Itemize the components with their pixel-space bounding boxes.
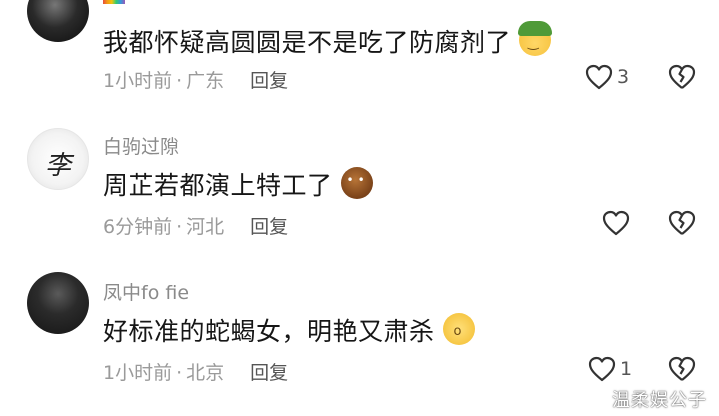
comment-meta: 1小时前 · 广东 回复 — [103, 66, 288, 93]
separator: · — [176, 70, 183, 92]
comment-meta: 1小时前 · 北京 回复 — [103, 358, 288, 385]
like-button[interactable]: 1 — [588, 356, 632, 382]
username[interactable]: 凤中fo fie — [103, 278, 189, 305]
shocked-face-emoji-icon — [442, 313, 475, 345]
comment-location: 广东 — [186, 70, 225, 92]
separator: · — [176, 216, 183, 238]
comment-meta: 6分钟前 · 河北 回复 — [103, 212, 288, 239]
like-button[interactable]: 3 — [585, 64, 629, 90]
username[interactable]: 白驹过隙 — [103, 132, 179, 159]
rainbow-badge-icon — [103, 0, 125, 4]
dislike-button[interactable] — [668, 210, 696, 240]
reply-button[interactable]: 回复 — [250, 216, 288, 238]
dislike-button[interactable] — [668, 64, 696, 94]
brown-face-emoji-icon — [340, 167, 373, 199]
heart-icon — [602, 210, 630, 236]
comment-text: 好标准的蛇蝎女，明艳又肃杀 — [103, 312, 475, 348]
comment-time: 1小时前 — [103, 362, 173, 384]
comment-time: 1小时前 — [103, 70, 173, 92]
separator: · — [176, 362, 183, 384]
reply-button[interactable]: 回复 — [250, 70, 288, 92]
avatar[interactable] — [27, 0, 89, 42]
heart-icon — [588, 356, 616, 382]
broken-heart-icon — [668, 64, 696, 89]
comment-location: 河北 — [186, 216, 225, 238]
broken-heart-icon — [668, 210, 696, 235]
watermark: 温柔娱公子 — [612, 390, 707, 411]
dislike-button[interactable] — [668, 356, 696, 386]
comment-location: 北京 — [186, 362, 225, 384]
like-button[interactable] — [602, 210, 634, 236]
comment-time: 6分钟前 — [103, 216, 173, 238]
reply-button[interactable]: 回复 — [250, 362, 288, 384]
comment-text: 周芷若都演上特工了 — [103, 166, 373, 202]
avatar[interactable] — [27, 272, 89, 334]
username-partial[interactable] — [103, 0, 129, 11]
avatar[interactable]: 李 — [27, 128, 89, 190]
broken-heart-icon — [668, 356, 696, 381]
comment-text: 我都怀疑高圆圆是不是吃了防腐剂了 — [103, 21, 553, 59]
avatar-character: 李 — [44, 151, 71, 181]
like-count: 3 — [617, 66, 630, 88]
smirking-face-emoji-icon — [518, 21, 553, 56]
like-count: 1 — [620, 358, 633, 380]
heart-icon — [585, 64, 613, 90]
